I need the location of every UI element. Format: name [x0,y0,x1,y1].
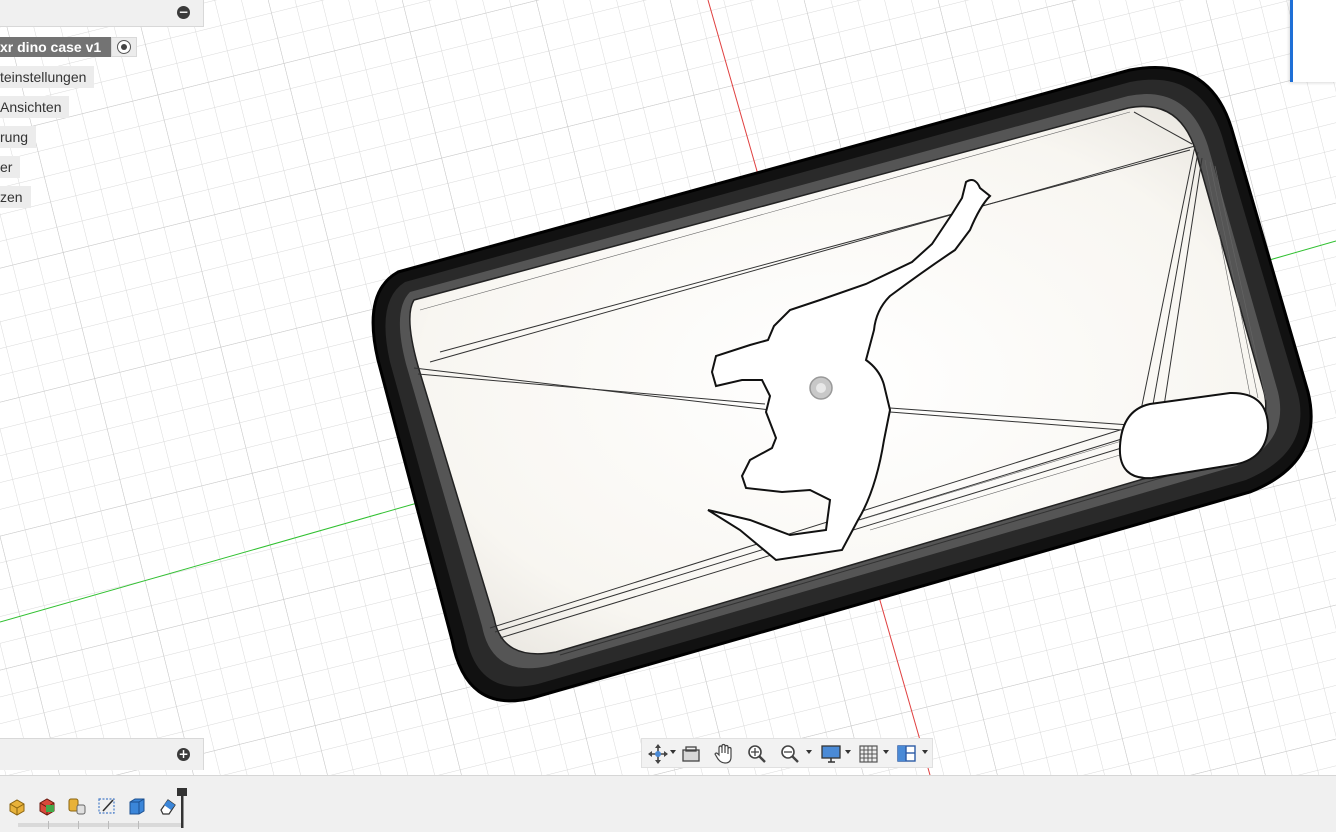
body-icon[interactable] [127,796,147,816]
split-body-icon[interactable] [67,796,87,816]
zoom-window-icon[interactable] [778,743,802,765]
browser-root-label: xr dino case v1 [0,39,102,55]
browser-item-sketches[interactable]: zen [0,186,31,208]
timeline-tick [48,821,49,829]
timeline-bar [0,775,1336,832]
radio-dot-icon [117,40,131,54]
sketch-icon[interactable] [97,796,117,816]
canvas-viewport[interactable] [0,0,1336,775]
browser-item-label: Ansichten [0,99,62,115]
browser-item-label: rung [0,129,29,145]
orbit-pivot-icon [809,376,833,400]
browser-item-label: er [0,159,13,175]
active-component-radio[interactable] [111,37,137,57]
viewport-svg [0,0,1336,775]
pan-icon[interactable] [712,743,736,765]
look-at-icon[interactable] [680,743,702,765]
browser-panel-header: − [0,0,204,27]
eraser-icon[interactable] [157,796,177,816]
browser-root-item[interactable]: xr dino case v1 [0,37,120,57]
grid-settings-icon[interactable] [858,743,880,765]
orbit-icon[interactable] [646,743,670,765]
timeline-tick [108,821,109,829]
expand-panel-button[interactable]: + [177,748,190,761]
timeline-tick [138,821,139,829]
chevron-down-icon[interactable] [845,750,851,754]
collapse-panel-button[interactable]: − [177,6,190,19]
extrude-icon[interactable] [7,796,27,816]
chevron-down-icon[interactable] [883,750,889,754]
timeline-tick [78,821,79,829]
chevron-down-icon[interactable] [806,750,812,754]
viewports-icon[interactable] [896,743,918,765]
browser-item-label: zen [0,189,23,205]
viewcube-container[interactable] [1290,0,1336,82]
chevron-down-icon[interactable] [922,750,928,754]
browser-item-bodies[interactable]: er [0,156,21,178]
comments-panel-header: + [0,738,204,770]
timeline-marker[interactable] [176,788,188,828]
zoom-icon[interactable] [745,743,769,765]
browser-item-named-views[interactable]: Ansichten [0,96,70,118]
timeline-track[interactable] [18,823,182,827]
display-settings-icon[interactable] [820,743,844,765]
navigation-bar [641,738,933,768]
browser-item-label: teinstellungen [0,69,87,85]
browser-item-document-settings[interactable]: teinstellungen [0,66,95,88]
browser-item-origin[interactable]: rung [0,126,37,148]
combine-icon[interactable] [37,796,57,816]
chevron-down-icon[interactable] [670,750,676,754]
